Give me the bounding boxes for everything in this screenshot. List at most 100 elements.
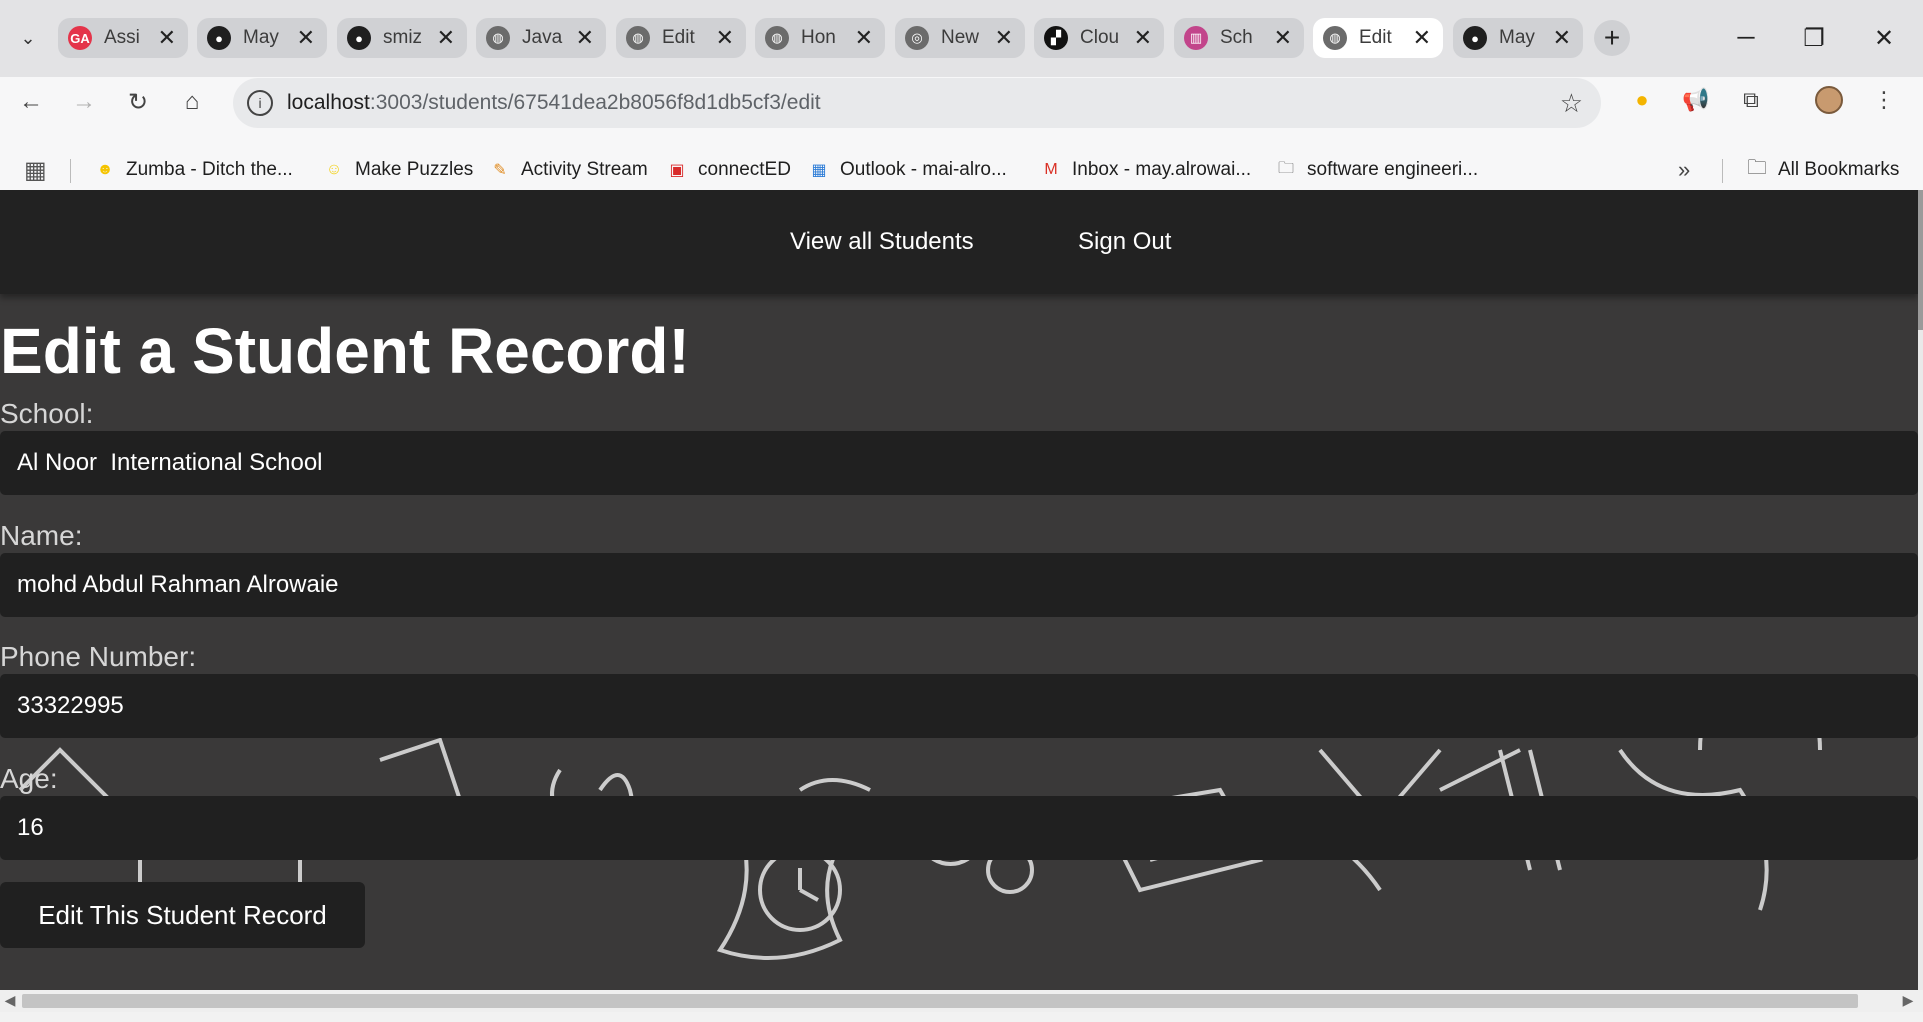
browser-tab-strip: ⌄ GA Assi ✕ ● May ✕ ● smiz ✕ ◍ Java ✕ ◍ Edit ✕ ◍ Hon ✕ ◎ Ne… xyxy=(0,0,1923,77)
cloud-icon: ▞ xyxy=(1044,26,1068,50)
tab-search-chevron-icon[interactable]: ⌄ xyxy=(12,22,44,54)
browser-tab[interactable]: ▥ Sch ✕ xyxy=(1174,18,1304,58)
bookmark-star-icon[interactable]: ☆ xyxy=(1560,88,1583,119)
browser-tab[interactable]: ◍ Java ✕ xyxy=(476,18,606,58)
bookmark-divider xyxy=(1722,159,1723,183)
new-tab-plus-icon[interactable]: + xyxy=(1594,20,1630,56)
globe-icon: ◍ xyxy=(1323,26,1347,50)
zumba-icon: ☻ xyxy=(96,161,114,178)
view-all-students-link[interactable]: View all Students xyxy=(790,228,974,256)
microsoft-icon: ▦ xyxy=(811,162,827,179)
bookmark-item[interactable]: ☻ Zumba - Ditch the... xyxy=(94,155,293,185)
horizontal-scroll-thumb[interactable] xyxy=(22,994,1858,1008)
apps-grid-icon[interactable]: ▦ xyxy=(24,155,47,185)
tab-close-icon[interactable]: ✕ xyxy=(1553,24,1571,52)
tab-close-icon[interactable]: ✕ xyxy=(716,24,734,52)
tab-label: May xyxy=(1499,27,1535,48)
all-bookmarks-label: All Bookmarks xyxy=(1778,159,1900,180)
trello-icon: ▥ xyxy=(1184,26,1208,50)
window-bottom-edge xyxy=(0,1012,1923,1022)
browser-toolbar: ← → ↻ ⌂ i localhost:3003/students/67541d… xyxy=(0,77,1923,206)
browser-tab[interactable]: ● May ✕ xyxy=(197,18,327,58)
school-label: School: xyxy=(0,398,94,429)
pencil-icon: ✎ xyxy=(493,162,507,179)
site-info-icon[interactable]: i xyxy=(247,90,273,116)
page-viewport: View all Students Sign Out Edit a Studen… xyxy=(0,190,1918,990)
browser-tab[interactable]: ● smiz ✕ xyxy=(337,18,467,58)
sign-out-link[interactable]: Sign Out xyxy=(1078,228,1171,256)
browser-tab[interactable]: ● May ✕ xyxy=(1453,18,1583,58)
tab-label: Java xyxy=(522,27,563,48)
tab-close-icon[interactable]: ✕ xyxy=(1274,24,1292,52)
age-input[interactable] xyxy=(0,796,1918,860)
school-input[interactable] xyxy=(0,431,1918,495)
github-icon: ● xyxy=(1463,26,1487,50)
minimize-icon[interactable]: ─ xyxy=(1726,20,1766,56)
reload-icon[interactable]: ↻ xyxy=(120,84,156,120)
globe-icon: ◍ xyxy=(486,26,510,50)
folder-icon: 🗀 xyxy=(1277,159,1294,177)
browser-tab[interactable]: GA Assi ✕ xyxy=(58,18,188,58)
all-bookmarks-button[interactable]: 🗀 All Bookmarks xyxy=(1746,155,1899,185)
tab-label: smiz xyxy=(383,27,423,48)
tab-close-icon[interactable]: ✕ xyxy=(576,24,594,52)
window-close-icon[interactable]: ✕ xyxy=(1864,20,1904,56)
tab-close-icon[interactable]: ✕ xyxy=(855,24,873,52)
tab-label: Edit xyxy=(662,27,695,48)
scroll-right-arrow-icon[interactable]: ▶ xyxy=(1900,992,1916,1009)
phone-input[interactable] xyxy=(0,674,1918,738)
browser-menu-icon[interactable]: ⋮ xyxy=(1868,84,1900,116)
tab-close-icon[interactable]: ✕ xyxy=(1134,24,1152,52)
tab-label: May xyxy=(243,27,279,48)
bookmark-item[interactable]: ☺ Make Puzzles xyxy=(323,155,473,185)
restore-icon[interactable]: ❐ xyxy=(1794,20,1834,56)
edit-student-submit-button[interactable]: Edit This Student Record xyxy=(0,882,365,948)
home-icon[interactable]: ⌂ xyxy=(174,84,210,120)
browser-tab[interactable]: ◍ Edit ✕ xyxy=(1313,18,1443,58)
chrome-icon: ◎ xyxy=(905,26,929,50)
address-bar[interactable]: i localhost:3003/students/67541dea2b8056… xyxy=(233,78,1601,128)
bookmark-label: Activity Stream xyxy=(521,159,648,180)
name-input[interactable] xyxy=(0,553,1918,617)
forward-arrow-icon[interactable]: → xyxy=(66,84,102,120)
age-label: Age: xyxy=(0,763,58,794)
github-icon: ● xyxy=(207,26,231,50)
tab-close-icon[interactable]: ✕ xyxy=(158,24,176,52)
github-icon: ● xyxy=(347,26,371,50)
folder-icon: 🗀 xyxy=(1747,157,1767,179)
phone-label: Phone Number: xyxy=(0,641,197,672)
globe-icon: ◍ xyxy=(765,26,789,50)
ga-icon: GA xyxy=(68,26,92,50)
extension-sun-icon[interactable]: ● xyxy=(1626,84,1658,116)
bookmark-item[interactable]: ▣ connectED xyxy=(666,155,791,185)
horizontal-scrollbar[interactable]: ◀ ▶ xyxy=(0,990,1923,1012)
bookmark-item[interactable]: 🗀 software engineeri... xyxy=(1275,155,1478,185)
back-arrow-icon[interactable]: ← xyxy=(13,84,49,120)
vertical-scroll-thumb[interactable] xyxy=(1918,190,1923,330)
scroll-left-arrow-icon[interactable]: ◀ xyxy=(2,992,18,1009)
bookmark-item[interactable]: ▦ Outlook - mai-alro... xyxy=(808,155,1007,185)
tab-close-icon[interactable]: ✕ xyxy=(1413,24,1431,52)
url-path: :3003/students/67541dea2b8056f8d1db5cf3/… xyxy=(369,91,821,114)
browser-tab[interactable]: ◎ New ✕ xyxy=(895,18,1025,58)
tab-close-icon[interactable]: ✕ xyxy=(297,24,315,52)
url-host: localhost xyxy=(287,91,370,114)
bookmark-item[interactable]: ✎ Activity Stream xyxy=(489,155,648,185)
tab-close-icon[interactable]: ✕ xyxy=(995,24,1013,52)
page-title: Edit a Student Record! xyxy=(0,315,690,387)
bookmark-item[interactable]: M Inbox - may.alrowai... xyxy=(1040,155,1251,185)
browser-tab[interactable]: ▞ Clou ✕ xyxy=(1034,18,1164,58)
bookmark-label: Outlook - mai-alro... xyxy=(840,159,1007,180)
tab-label: Edit xyxy=(1359,27,1392,48)
vertical-scrollbar[interactable] xyxy=(1918,190,1923,990)
tab-close-icon[interactable]: ✕ xyxy=(437,24,455,52)
browser-tab[interactable]: ◍ Hon ✕ xyxy=(755,18,885,58)
url-text[interactable]: localhost:3003/students/67541dea2b8056f8… xyxy=(287,91,821,115)
browser-tab[interactable]: ◍ Edit ✕ xyxy=(616,18,746,58)
extension-megaphone-icon[interactable]: 📢 xyxy=(1680,84,1712,116)
bookmarks-overflow-icon[interactable]: » xyxy=(1678,155,1690,185)
bookmark-label: Inbox - may.alrowai... xyxy=(1072,159,1252,180)
profile-avatar[interactable] xyxy=(1813,84,1845,116)
extensions-puzzle-icon[interactable]: ⧉ xyxy=(1735,84,1767,116)
smiley-icon: ☺ xyxy=(325,161,343,178)
